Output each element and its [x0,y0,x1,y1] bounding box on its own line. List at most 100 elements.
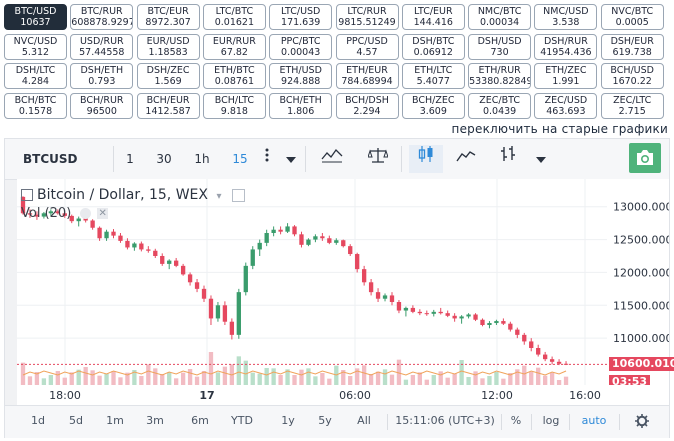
pair-name: BTC/USD [14,6,57,17]
pair-button[interactable]: USD/RUR 57.44558 [70,33,134,60]
series-dropdown-icon[interactable]: ▾ [216,191,221,202]
log-scale-button[interactable]: log [537,406,565,436]
pair-button[interactable]: DSH/RUR 41954.436 [534,33,598,60]
collapse-legend-icon[interactable] [21,189,33,201]
pair-price: 619.738 [612,46,652,58]
chart-settings-icon[interactable] [627,406,657,436]
candle-body [299,234,304,245]
pair-price: 5.4077 [416,76,450,87]
volume-bar [494,372,499,385]
series-settings-icon[interactable] [231,188,245,202]
range-1y-button[interactable]: 1y [273,406,303,436]
pair-button[interactable]: ZEC/LTC 2.715 [600,92,664,119]
pair-button[interactable]: ETH/LTC 5.4077 [401,63,465,89]
range-3m-button[interactable]: 3m [140,406,170,436]
candle-body [466,314,471,317]
time-axis[interactable]: 18:00 17 06:00 12:00 16:00 [17,385,669,405]
pair-name: PPC/BTC [280,35,321,47]
candle-body [125,240,130,248]
pair-name: BTC/RUR [80,6,123,17]
pair-name: EUR/RUR [212,35,256,47]
candle-body [459,316,464,319]
snapshot-camera-button[interactable] [629,143,661,173]
remove-study-icon[interactable]: ✕ [97,207,109,219]
time-tick-label: 16:00 [569,389,601,402]
pair-button[interactable]: ETH/ZEC 1.991 [534,63,598,89]
interval-dropdown-icon[interactable] [281,145,301,173]
area-style-icon[interactable] [449,145,483,173]
study-settings-icon[interactable] [79,207,91,219]
pair-button[interactable]: LTC/RUR 9815.51249 [335,4,399,30]
candle-body [264,233,269,243]
pair-button[interactable]: ETH/EUR 784.68994 [335,63,399,89]
pair-button[interactable]: ZEC/USD 463.693 [534,92,598,119]
interval-1h-button[interactable]: 1h [187,145,217,173]
interval-30-button[interactable]: 30 [149,145,179,173]
pair-button[interactable]: NMC/BTC 0.00034 [468,4,532,30]
candles-style-icon[interactable] [409,145,443,173]
range-1m-button[interactable]: 1m [100,406,130,436]
percent-scale-button[interactable]: % [505,406,527,436]
pair-button[interactable]: EUR/USD 1.18583 [136,33,200,60]
pair-button[interactable]: DSH/ETH 0.793 [70,63,134,89]
pair-button[interactable]: BCH/EUR 1412.587 [136,92,200,119]
chart-style-dropdown-icon[interactable] [531,145,551,173]
pair-button[interactable]: LTC/BTC 0.01621 [202,4,266,30]
pair-price: 784.68994 [341,76,393,87]
pair-button[interactable]: LTC/USD 171.639 [269,4,333,30]
pair-button[interactable]: DSH/EUR 619.738 [600,33,664,60]
indicators-icon[interactable] [315,145,349,173]
pair-button[interactable]: BCH/USD 1670.22 [600,63,664,89]
pair-button[interactable]: DSH/ZEC 1.569 [136,63,200,89]
range-5d-button[interactable]: 5d [61,406,91,436]
compare-scales-icon[interactable] [361,145,395,173]
pair-button[interactable]: NMC/USD 3.538 [534,4,598,30]
pair-button[interactable]: BCH/ETH 1.806 [269,92,333,119]
pair-price: 1412.587 [145,105,191,117]
pair-price: 1.806 [287,105,315,117]
range-6m-button[interactable]: 6m [185,406,215,436]
volume-bar [542,375,548,385]
pair-button[interactable]: PPC/USD 4.57 [335,33,399,60]
pair-button[interactable]: ETH/RUR 53380.82849 [468,63,532,89]
pair-button[interactable]: BCH/LTC 9.818 [202,92,266,119]
auto-scale-button[interactable]: auto [577,406,611,436]
pair-button[interactable]: PPC/BTC 0.00043 [269,33,333,60]
pair-button[interactable]: NVC/BTC 0.0005 [600,4,664,30]
pair-name: BCH/ETH [279,94,322,106]
pair-button[interactable]: DSH/BTC 0.06912 [401,33,465,60]
range-ytd-button[interactable]: YTD [227,406,257,436]
volume-bar [466,377,471,385]
pair-button[interactable]: DSH/USD 730 [468,33,532,60]
more-intervals-icon[interactable] [259,145,275,173]
bar-divider [569,414,570,430]
pair-name: USD/RUR [79,35,124,47]
pair-button[interactable]: ETH/USD 924.888 [269,63,333,89]
pair-button[interactable]: BTC/EUR 8972.307 [136,4,200,30]
pair-button[interactable]: BCH/RUR 96500 [70,92,134,119]
candle-body [257,242,262,250]
pair-button[interactable]: ETH/BTC 0.08761 [202,63,266,89]
pair-button[interactable]: BTC/RUR 608878.9297 [70,4,134,30]
candle-body [208,298,214,319]
range-5y-button[interactable]: 5y [310,406,340,436]
pair-button[interactable]: EUR/RUR 67.82 [202,33,266,60]
timezone-clock-button[interactable]: 15:11:06 (UTC+3) [393,406,497,436]
pair-button[interactable]: NVC/USD 5.312 [4,33,67,60]
pair-button[interactable]: DSH/LTC 4.284 [4,63,67,89]
pair-button[interactable]: BCH/BTC 0.1578 [4,92,67,119]
volume-bar [104,373,109,385]
interval-1-button[interactable]: 1 [117,145,143,173]
pair-button[interactable]: ZEC/BTC 0.0439 [468,92,532,119]
symbol-search-input[interactable]: BTCUSD [17,145,109,173]
bars-style-icon[interactable] [491,145,525,173]
pair-button[interactable]: BTC/USD 10637 [4,4,67,30]
switch-to-old-charts-link[interactable]: переключить на старые графики [452,122,668,136]
interval-15-button[interactable]: 15 [225,145,255,173]
range-all-button[interactable]: All [349,406,379,436]
pair-button[interactable]: BCH/DSH 2.294 [335,92,399,119]
pair-button[interactable]: BCH/ZEC 3.609 [401,92,465,119]
pair-button[interactable]: LTC/EUR 144.416 [401,4,465,30]
range-1d-button[interactable]: 1d [23,406,53,436]
candle-body [480,319,485,325]
